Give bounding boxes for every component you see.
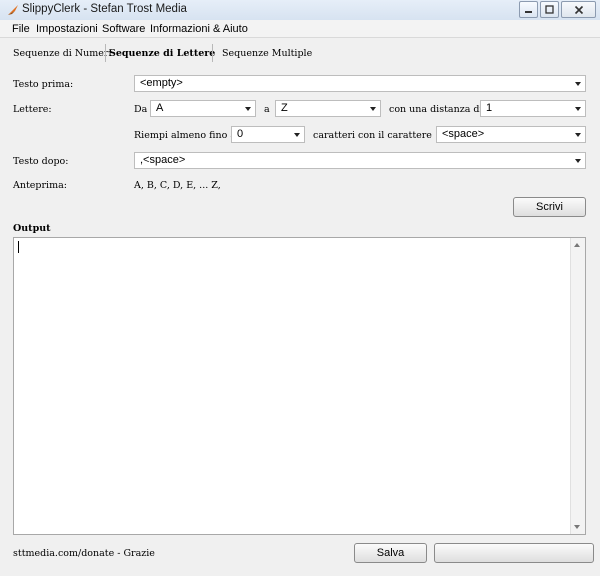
riempi-combo[interactable]: 0 — [231, 126, 305, 143]
lettere-label: Lettere: — [13, 104, 52, 115]
scroll-up-icon[interactable] — [574, 243, 580, 247]
output-textarea[interactable] — [13, 237, 586, 535]
menu-bar: File Impostazioni Software Informazioni … — [0, 20, 600, 38]
carattere-label: caratteri con il carattere — [313, 130, 432, 141]
chevron-down-icon — [575, 159, 581, 163]
a-combo[interactable]: Z — [275, 100, 381, 117]
carattere-value: <space> — [442, 128, 485, 140]
close-button[interactable] — [561, 1, 596, 18]
testo-prima-value: <empty> — [140, 77, 183, 89]
anteprima-value: A, B, C, D, E, ... Z, — [134, 180, 221, 191]
text-caret — [18, 241, 19, 253]
output-scrollbar[interactable] — [570, 238, 585, 534]
close-icon — [574, 5, 583, 14]
carattere-combo[interactable]: <space> — [436, 126, 586, 143]
title-bar[interactable]: SlippyClerk - Stefan Trost Media — [0, 0, 600, 21]
tab-sequenze-multiple[interactable]: Sequenze Multiple — [222, 48, 312, 59]
tab-divider — [105, 44, 106, 62]
testo-dopo-label: Testo dopo: — [13, 156, 69, 167]
da-label: Da — [134, 104, 148, 115]
tab-sequenze-numeri[interactable]: Sequenze di Numeri — [13, 48, 112, 59]
anteprima-label: Anteprima: — [13, 180, 67, 191]
window-title: SlippyClerk - Stefan Trost Media — [22, 3, 187, 15]
minimize-button[interactable] — [519, 1, 538, 18]
output-label: Output — [13, 223, 51, 234]
app-logo-icon — [8, 5, 18, 15]
menu-file[interactable]: File — [12, 23, 30, 35]
a-label: a — [264, 104, 270, 115]
menu-software[interactable]: Software — [102, 23, 145, 35]
chevron-down-icon — [575, 82, 581, 86]
maximize-icon — [545, 5, 554, 14]
secondary-button[interactable] — [434, 543, 594, 563]
minimize-icon — [525, 11, 532, 13]
testo-prima-label: Testo prima: — [13, 79, 74, 90]
chevron-down-icon — [575, 107, 581, 111]
donate-link[interactable]: sttmedia.com/donate - Grazie — [13, 548, 155, 559]
testo-dopo-combo[interactable]: ,<space> — [134, 152, 586, 169]
testo-prima-combo[interactable]: <empty> — [134, 75, 586, 92]
da-value: A — [156, 102, 164, 114]
riempi-label: Riempi almeno fino a — [134, 130, 237, 141]
distanza-value: 1 — [486, 102, 493, 114]
tab-sequenze-lettere[interactable]: Sequenze di Lettere — [109, 48, 215, 59]
chevron-down-icon — [294, 133, 300, 137]
testo-dopo-value: ,<space> — [140, 154, 186, 166]
menu-informazioni-aiuto[interactable]: Informazioni & Aiuto — [150, 23, 248, 35]
maximize-button[interactable] — [540, 1, 559, 18]
scroll-down-icon[interactable] — [574, 525, 580, 529]
a-value: Z — [281, 102, 288, 114]
menu-impostazioni[interactable]: Impostazioni — [36, 23, 98, 35]
riempi-value: 0 — [237, 128, 244, 140]
da-combo[interactable]: A — [150, 100, 256, 117]
salva-button[interactable]: Salva — [354, 543, 427, 563]
scrivi-button[interactable]: Scrivi — [513, 197, 586, 217]
chevron-down-icon — [575, 133, 581, 137]
chevron-down-icon — [245, 107, 251, 111]
distanza-label: con una distanza di — [389, 104, 483, 115]
chevron-down-icon — [370, 107, 376, 111]
tab-divider — [212, 44, 213, 62]
distanza-combo[interactable]: 1 — [480, 100, 586, 117]
